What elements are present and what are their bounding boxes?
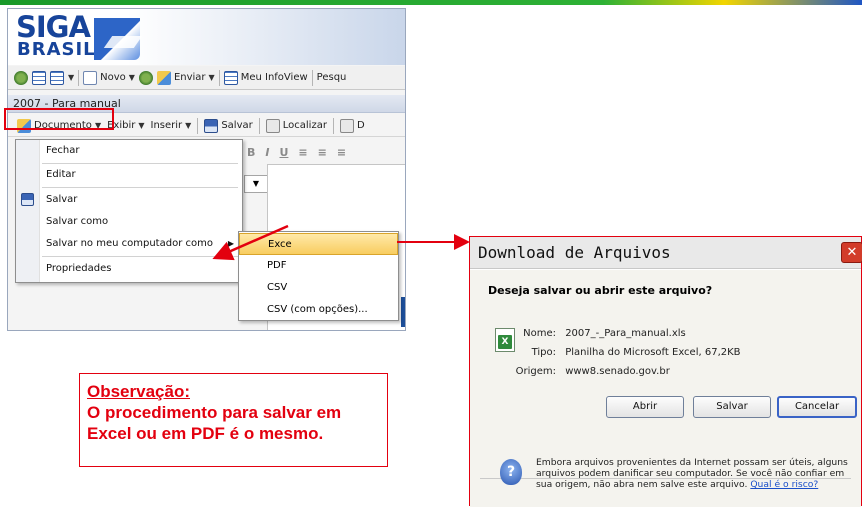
annotation-arrows bbox=[212, 224, 470, 261]
menu-pointer-arrow bbox=[212, 224, 289, 261]
